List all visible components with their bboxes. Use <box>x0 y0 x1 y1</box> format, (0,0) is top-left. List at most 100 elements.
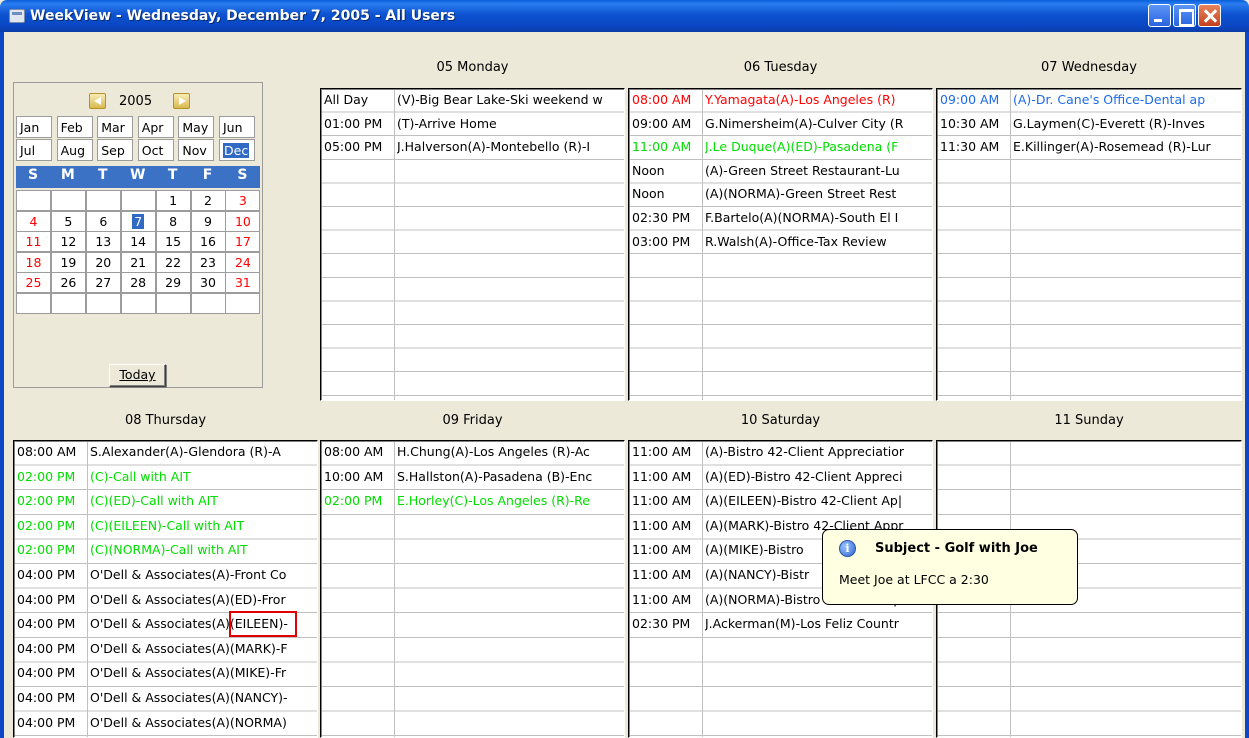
calendar-day-11[interactable]: 11 <box>16 231 51 253</box>
day-header-thursday[interactable]: 08 Thursday <box>13 409 318 433</box>
day-header-tuesday[interactable]: 06 Tuesday <box>628 56 933 80</box>
title-bar[interactable]: WeekView - Wednesday, December 7, 2005 -… <box>0 0 1249 32</box>
event-row[interactable]: 01:00 PM (T)-Arrive Home <box>321 113 624 137</box>
month-may[interactable]: May <box>178 116 215 138</box>
event-row[interactable]: All Day (V)-Big Bear Lake-Ski weekend w <box>321 89 624 113</box>
calendar-day-14[interactable]: 14 <box>120 231 156 253</box>
day-header-monday[interactable]: 05 Monday <box>320 56 625 80</box>
month-apr[interactable]: Apr <box>137 116 174 138</box>
calendar-day-28[interactable]: 28 <box>120 272 156 294</box>
event-row[interactable]: 02:00 PM (C)(NORMA)-Call with AIT <box>14 539 317 564</box>
day-number: 5 <box>64 213 73 229</box>
event-row[interactable]: 02:00 PM (C)-Call with AIT <box>14 466 317 491</box>
event-row[interactable]: 04:00 PM O'Dell & Associates(A)(NANCY)- <box>14 687 317 712</box>
event-row[interactable]: 08:00 AM H.Chung(A)-Los Angeles (R)-Ac <box>321 441 624 466</box>
calendar-day-6[interactable]: 6 <box>85 210 121 232</box>
event-row[interactable]: 02:00 PM (C)(EILEEN)-Call with AIT <box>14 515 317 540</box>
calendar-day-25[interactable]: 25 <box>16 272 51 294</box>
month-oct[interactable]: Oct <box>137 139 174 161</box>
event-time: 08:00 AM <box>17 444 77 459</box>
calendar-day-22[interactable]: 22 <box>155 251 191 273</box>
month-jun[interactable]: Jun <box>219 116 255 138</box>
calendar-day-10[interactable]: 10 <box>225 210 261 232</box>
close-button[interactable] <box>1198 4 1221 27</box>
day-header-sunday[interactable]: 11 Sunday <box>936 409 1242 433</box>
event-row[interactable]: 02:00 PM E.Horley(C)-Los Angeles (R)-Re <box>321 490 624 515</box>
event-row[interactable]: 09:00 AM G.Nimersheim(A)-Culver City (R <box>629 113 932 137</box>
event-row[interactable]: 11:00 AM (A)(ED)-Bistro 42-Client Appreci <box>629 466 932 491</box>
event-row[interactable]: 04:00 PM O'Dell & Associates(A)(MARK)-F <box>14 638 317 663</box>
calendar-day-8[interactable]: 8 <box>155 210 191 232</box>
calendar-day-5[interactable]: 5 <box>50 210 86 232</box>
event-row[interactable]: Noon (A)-Green Street Restaurant-Lu <box>629 160 932 184</box>
calendar-day-1[interactable]: 1 <box>155 190 191 211</box>
day-grid-wednesday[interactable]: 09:00 AM (A)-Dr. Cane's Office-Dental ap 1… <box>936 88 1242 401</box>
day-header-saturday[interactable]: 10 Saturday <box>628 409 933 433</box>
day-grid-thursday[interactable]: 08:00 AM S.Alexander(A)-Glendora (R)-A 02:… <box>13 440 318 738</box>
calendar-day-24[interactable]: 24 <box>225 251 261 273</box>
calendar-day-7[interactable]: 7 <box>120 210 156 232</box>
event-row[interactable]: 02:30 PM J.Ackerman(M)-Los Feliz Countr <box>629 613 932 638</box>
event-row[interactable]: 08:00 AM S.Alexander(A)-Glendora (R)-A <box>14 441 317 466</box>
event-row[interactable]: 04:00 PM O'Dell & Associates(A)(ED)-Fror <box>14 589 317 614</box>
month-aug[interactable]: Aug <box>56 139 93 161</box>
calendar-day-27[interactable]: 27 <box>85 272 121 294</box>
calendar-day-31[interactable]: 31 <box>225 272 261 294</box>
calendar-day-23[interactable]: 23 <box>190 251 226 273</box>
calendar-day-18[interactable]: 18 <box>16 251 51 273</box>
event-row[interactable]: Noon (A)(NORMA)-Green Street Rest <box>629 183 932 207</box>
month-jul[interactable]: Jul <box>16 139 52 161</box>
calendar-day-12[interactable]: 12 <box>50 231 86 253</box>
month-sep[interactable]: Sep <box>97 139 134 161</box>
month-mar[interactable]: Mar <box>97 116 134 138</box>
calendar-day-13[interactable]: 13 <box>85 231 121 253</box>
calendar-day-21[interactable]: 21 <box>120 251 156 273</box>
calendar-day-19[interactable]: 19 <box>50 251 86 273</box>
event-row[interactable]: 11:00 AM (A)-Bistro 42-Client Appreciatio… <box>629 441 932 466</box>
event-subject: (C)(NORMA)-Call with AIT <box>90 542 248 558</box>
calendar-day-30[interactable]: 30 <box>190 272 226 294</box>
calendar-day-17[interactable]: 17 <box>225 231 261 253</box>
month-nov[interactable]: Nov <box>178 139 215 161</box>
month-jan[interactable]: Jan <box>16 116 52 138</box>
event-row[interactable]: 04:00 PM O'Dell & Associates(A)(NORMA) <box>14 712 317 737</box>
event-row[interactable]: 09:00 AM (A)-Dr. Cane's Office-Dental ap <box>937 89 1241 113</box>
maximize-button[interactable] <box>1173 4 1196 27</box>
calendar-day-26[interactable]: 26 <box>50 272 86 294</box>
event-row[interactable]: 04:00 PM O'Dell & Associates(A)(MIKE)-Fr <box>14 662 317 687</box>
calendar-day-4[interactable]: 4 <box>16 210 51 232</box>
calendar-day-29[interactable]: 29 <box>155 272 191 294</box>
calendar-day-20[interactable]: 20 <box>85 251 121 273</box>
event-row[interactable]: 11:30 AM E.Killinger(A)-Rosemead (R)-Lur <box>937 136 1241 160</box>
month-dec[interactable]: Dec <box>219 139 255 161</box>
calendar-day-2[interactable]: 2 <box>190 190 226 211</box>
event-row[interactable]: 02:30 PM F.Bartelo(A)(NORMA)-South El I <box>629 207 932 231</box>
day-grid-monday[interactable]: All Day (V)-Big Bear Lake-Ski weekend w 01… <box>320 88 625 401</box>
event-row[interactable]: 05:00 PM J.Halverson(A)-Montebello (R)-I <box>321 136 624 160</box>
day-header-friday[interactable]: 09 Friday <box>320 409 625 433</box>
day-grid-tuesday[interactable]: 08:00 AM Y.Yamagata(A)-Los Angeles (R) 09:… <box>628 88 933 401</box>
day-number: 4 <box>29 213 38 229</box>
month-label: Jun <box>223 120 243 135</box>
day-grid-friday[interactable]: 08:00 AM H.Chung(A)-Los Angeles (R)-Ac 10:… <box>320 440 625 738</box>
event-time: 04:00 PM <box>17 591 76 607</box>
today-button[interactable]: Today <box>109 364 166 387</box>
event-row[interactable]: 10:00 AM S.Hallston(A)-Pasadena (B)-Enc <box>321 466 624 491</box>
minimize-button[interactable] <box>1148 4 1171 27</box>
event-row[interactable]: 08:00 AM Y.Yamagata(A)-Los Angeles (R) <box>629 89 932 113</box>
event-row[interactable]: 04:00 PM O'Dell & Associates(A)-Front Co <box>14 564 317 589</box>
next-year-arrow-icon[interactable] <box>173 93 190 109</box>
event-row[interactable]: 11:00 AM (A)(EILEEN)-Bistro 42-Client Ap| <box>629 490 932 515</box>
event-row[interactable]: 10:30 AM G.Laymen(C)-Everett (R)-Inves <box>937 113 1241 137</box>
calendar-day-9[interactable]: 9 <box>190 210 226 232</box>
month-feb[interactable]: Feb <box>56 116 93 138</box>
day-number: 6 <box>99 213 108 229</box>
calendar-day-16[interactable]: 16 <box>190 231 226 253</box>
event-row[interactable]: 11:00 AM J.Le Duque(A)(ED)-Pasadena (F <box>629 136 932 160</box>
calendar-day-15[interactable]: 15 <box>155 231 191 253</box>
day-header-wednesday[interactable]: 07 Wednesday <box>936 56 1242 80</box>
prev-year-arrow-icon[interactable] <box>89 93 106 109</box>
event-row[interactable]: 03:00 PM R.Walsh(A)-Office-Tax Review <box>629 231 932 255</box>
calendar-day-3[interactable]: 3 <box>225 190 261 211</box>
event-row[interactable]: 02:00 PM (C)(ED)-Call with AIT <box>14 490 317 515</box>
